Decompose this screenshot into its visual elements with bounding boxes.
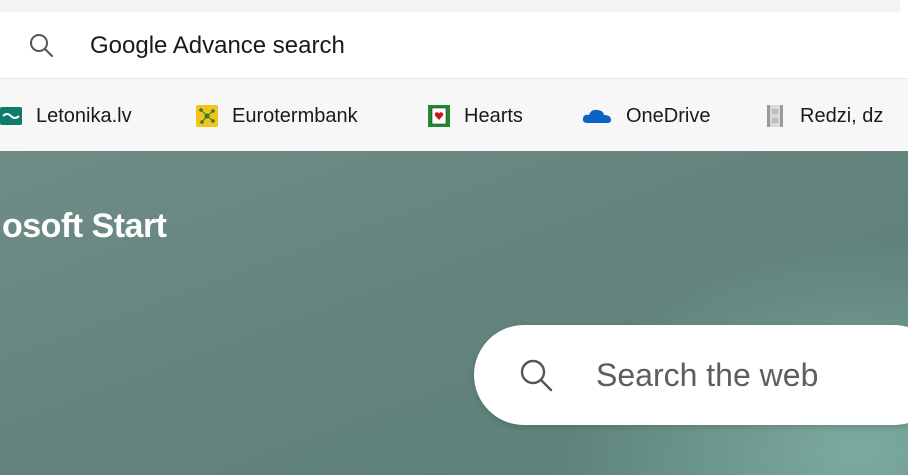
web-search-input[interactable]: [596, 353, 908, 397]
bookmark-label: OneDrive: [626, 104, 711, 127]
page-brand-title: osoft Start: [2, 207, 167, 245]
window-top-strip: [0, 0, 908, 12]
favorites-bar: Letonika.lv Eurotermbank Hearts OneDrive…: [0, 79, 908, 151]
onedrive-cloud-icon: [582, 109, 611, 123]
search-icon[interactable]: [518, 357, 554, 393]
address-bar-text[interactable]: Google Advance search: [90, 32, 345, 60]
bookmark-letonika[interactable]: Letonika.lv: [0, 103, 132, 129]
bookmark-label: Eurotermbank: [232, 104, 358, 127]
eurotermbank-icon: [196, 105, 218, 127]
bookmark-eurotermbank[interactable]: Eurotermbank: [196, 103, 358, 129]
hearts-card-icon: [428, 105, 450, 127]
bookmark-label: Redzi, dz: [800, 104, 884, 127]
bookmark-label: Letonika.lv: [36, 104, 132, 127]
address-bar[interactable]: Google Advance search: [0, 12, 900, 78]
film-strip-icon: [767, 105, 783, 127]
bookmark-hearts[interactable]: Hearts: [428, 103, 523, 129]
bookmark-redzi[interactable]: Redzi, dz: [764, 103, 883, 129]
web-search-box[interactable]: [474, 325, 908, 425]
letonika-icon: [0, 107, 22, 125]
search-icon: [30, 34, 53, 57]
start-page: osoft Start: [0, 151, 908, 475]
bookmark-label: Hearts: [464, 104, 523, 127]
bookmark-onedrive[interactable]: OneDrive: [582, 103, 710, 129]
